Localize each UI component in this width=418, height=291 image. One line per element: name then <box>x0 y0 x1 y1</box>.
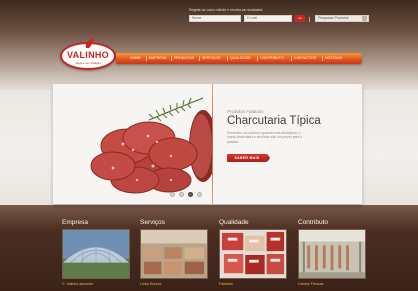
hero-subtitle: Produtos Fatiados <box>227 109 264 114</box>
nav-divider <box>322 56 323 61</box>
logo-tagline: alegria com tradição <box>75 61 101 65</box>
nav-contactos[interactable]: CONTACTOS <box>294 53 316 64</box>
salami-image <box>90 97 212 194</box>
nav-divider <box>171 56 172 61</box>
section-qualidade[interactable]: Qualidade Fatiados <box>219 219 287 291</box>
section-caption[interactable]: C. Valinho aumento <box>62 282 93 286</box>
nav-divider <box>146 56 147 61</box>
page: Registe-se como cliente e receba as novi… <box>0 0 418 291</box>
name-field[interactable]: Nome <box>189 15 241 22</box>
nav-divider <box>199 56 200 61</box>
section-caption[interactable]: Fatiados <box>219 282 233 286</box>
slider-pagination <box>170 192 210 198</box>
slider-dot-2[interactable] <box>179 192 184 197</box>
sliced-products-image[interactable] <box>219 229 287 279</box>
slider-dot-4[interactable] <box>197 192 202 197</box>
main-navigation: HOME EMPRESA PRODUTOS SERVIÇOS QUALIDADE… <box>116 53 362 64</box>
hero-slider: Produtos Fatiados Charcutaria Típica Pre… <box>53 84 362 204</box>
nav-produtos[interactable]: PRODUTOS <box>174 53 194 64</box>
section-contributo[interactable]: Contributo Carnes Frescas <box>298 219 366 291</box>
saber-mais-label: SABER MAIS <box>234 156 260 160</box>
newsletter-bar: Registe-se como cliente e receba as novi… <box>187 8 377 28</box>
nav-divider <box>291 56 292 61</box>
nav-contributo[interactable]: CONTRIBUTO <box>260 53 284 64</box>
email-field[interactable]: E-mail <box>244 15 292 22</box>
hero-description: Presentes na cozinha e gastronomia alent… <box>227 131 303 144</box>
section-caption[interactable]: Carnes Frescas <box>298 282 323 286</box>
nav-home[interactable]: HOME <box>130 53 141 64</box>
search-icon[interactable] <box>362 16 367 21</box>
arrow-right-icon <box>267 154 270 162</box>
utility-divider <box>309 17 310 22</box>
newsletter-ok-button[interactable]: ok <box>295 15 305 22</box>
nav-empresa[interactable]: EMPRESA <box>149 53 167 64</box>
section-title: Empresa <box>62 219 89 226</box>
rooster-icon <box>85 36 94 48</box>
valinho-logo[interactable]: VALINHO alegria com tradição <box>58 36 118 72</box>
section-caption[interactable]: Linha Horeca <box>140 282 161 286</box>
greenhouse-image[interactable] <box>62 229 130 279</box>
slider-dot-3[interactable] <box>188 192 193 197</box>
nav-noticias[interactable]: NOTÍCIAS <box>325 53 342 64</box>
section-empresa[interactable]: Empresa C. Valinho aumento <box>62 219 130 291</box>
slider-dot-1[interactable] <box>170 192 175 197</box>
hero-title: Charcutaria Típica <box>227 115 321 127</box>
section-title: Contributo <box>298 219 328 226</box>
food-service-image[interactable] <box>140 229 208 279</box>
hero-divider <box>212 84 213 204</box>
saber-mais-button[interactable]: SABER MAIS <box>227 154 270 162</box>
cold-storage-image[interactable] <box>298 229 366 279</box>
search-placeholder: Pesquisar Produtos <box>318 16 349 20</box>
search-input[interactable]: Pesquisar Produtos <box>315 15 369 22</box>
newsletter-text: Registe-se como cliente e receba as novi… <box>189 8 263 12</box>
logo-wordmark: VALINHO <box>67 50 109 60</box>
nav-servicos[interactable]: SERVIÇOS <box>202 53 221 64</box>
nav-divider <box>227 56 228 61</box>
section-title: Serviços <box>140 219 165 226</box>
nav-divider <box>257 56 258 61</box>
nav-qualidade[interactable]: QUALIDADE <box>230 53 251 64</box>
section-title: Qualidade <box>219 219 249 226</box>
section-servicos[interactable]: Serviços Linha Horeca <box>140 219 208 291</box>
